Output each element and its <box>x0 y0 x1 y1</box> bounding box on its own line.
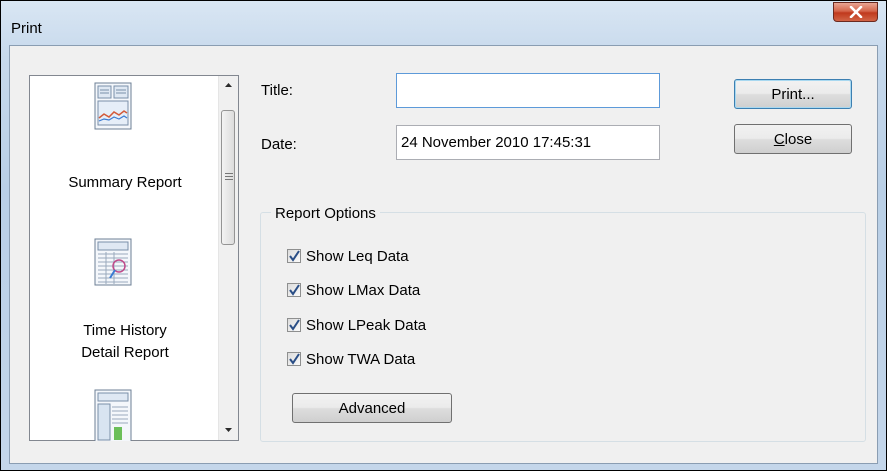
list-item-label: Detail Report <box>81 344 169 361</box>
list-vertical-scrollbar[interactable] <box>218 76 238 440</box>
scroll-up-button[interactable] <box>219 76 238 96</box>
show-lpeak-option[interactable]: Show LPeak Data <box>287 314 426 336</box>
checkmark-icon <box>289 284 300 296</box>
window-title: Print <box>11 20 42 37</box>
list-item-label: Summary Report <box>68 174 182 191</box>
show-twa-label: Show TWA Data <box>306 350 416 368</box>
grip-line <box>225 179 233 180</box>
close-window-button[interactable] <box>833 2 878 22</box>
close-x-icon <box>849 6 863 18</box>
report-options-title: Report Options <box>271 205 380 222</box>
show-leq-option[interactable]: Show Leq Data <box>287 245 409 267</box>
show-lmax-label: Show LMax Data <box>306 281 421 299</box>
show-twa-checkbox[interactable] <box>287 352 301 366</box>
title-label: Title: <box>261 82 293 99</box>
advanced-button-label: Advanced <box>338 399 406 417</box>
close-button[interactable]: Close <box>734 124 852 154</box>
show-lpeak-checkbox[interactable] <box>287 318 301 332</box>
show-lmax-option[interactable]: Show LMax Data <box>287 279 420 301</box>
show-leq-label: Show Leq Data <box>306 247 409 265</box>
date-label: Date: <box>261 136 297 153</box>
title-input[interactable] <box>396 73 660 108</box>
print-button[interactable]: Print... <box>734 79 852 109</box>
show-twa-option[interactable]: Show TWA Data <box>287 348 415 370</box>
table-report-icon <box>94 389 132 441</box>
list-item-label: Time History <box>83 322 167 339</box>
scroll-up-arrow-icon <box>225 83 232 87</box>
checkmark-icon <box>289 250 300 262</box>
report-type-list[interactable]: Summary Report Time History Detail Repor… <box>29 75 239 441</box>
close-button-mnemonic: C <box>773 130 785 148</box>
date-input[interactable] <box>396 125 660 160</box>
summary-report-icon <box>94 82 132 130</box>
title-bar[interactable]: Print <box>1 1 886 45</box>
close-button-label: Close <box>773 130 813 148</box>
print-dialog: Print Summary Report Time History Detail… <box>0 0 887 471</box>
scroll-down-button[interactable] <box>219 420 238 440</box>
show-leq-checkbox[interactable] <box>287 249 301 263</box>
scroll-thumb[interactable] <box>221 110 235 245</box>
checkmark-icon <box>289 319 300 331</box>
grip-line <box>225 173 233 174</box>
time-history-report-icon <box>94 238 132 286</box>
show-lmax-checkbox[interactable] <box>287 283 301 297</box>
print-button-label: Print... <box>771 85 815 103</box>
advanced-button[interactable]: Advanced <box>292 393 452 423</box>
grip-line <box>225 176 233 177</box>
show-lpeak-label: Show LPeak Data <box>306 316 427 334</box>
scroll-down-arrow-icon <box>225 428 232 432</box>
checkmark-icon <box>289 353 300 365</box>
